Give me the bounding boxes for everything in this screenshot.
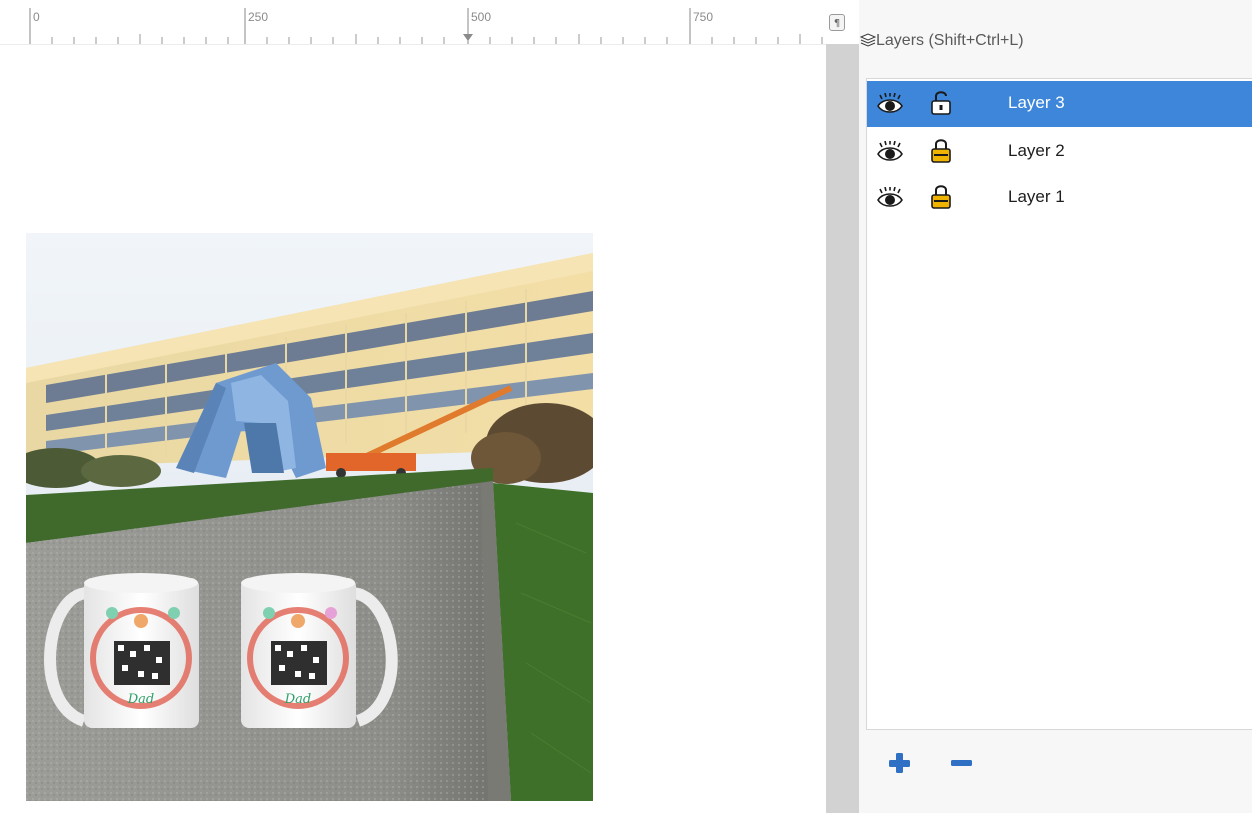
remove-layer-button[interactable]: [948, 750, 974, 776]
layer-name: Layer 2: [1008, 141, 1065, 160]
placed-photo[interactable]: Dad Dad: [26, 233, 593, 801]
drawing-canvas[interactable]: Dad Dad: [0, 45, 826, 813]
eye-icon[interactable]: [877, 93, 903, 115]
layer-name: Layer 3: [1008, 93, 1065, 112]
photo-artwork: Dad Dad: [26, 233, 593, 801]
ruler-label: 500: [471, 10, 492, 24]
layers-list[interactable]: Layer 3 Layer 2 Layer 1: [866, 78, 1252, 730]
plus-icon: [889, 753, 910, 773]
layers-icon: [860, 33, 876, 47]
layers-panel-header: Layers (Shift+Ctrl+L): [859, 0, 1252, 76]
layer-row-layer-2[interactable]: Layer 2: [867, 129, 1252, 175]
layers-panel-footer: [866, 731, 1252, 813]
lock-open-icon[interactable]: [930, 90, 952, 116]
ruler-corner-button[interactable]: ¶: [829, 14, 845, 31]
layer-name: Layer 1: [1008, 187, 1065, 206]
eye-icon[interactable]: [877, 141, 903, 163]
lock-closed-icon[interactable]: [930, 184, 952, 210]
ruler-label: 750: [693, 10, 714, 24]
ruler-cursor-indicator: [463, 34, 473, 41]
panel-splitter[interactable]: [826, 44, 859, 813]
ruler-label: 0: [33, 10, 40, 24]
eye-icon[interactable]: [877, 187, 903, 209]
layer-row-layer-3[interactable]: Layer 3: [867, 81, 1252, 127]
add-layer-button[interactable]: [886, 750, 912, 776]
horizontal-ruler[interactable]: 0 250 500 750: [0, 0, 826, 45]
mug-text: Dad: [284, 692, 312, 707]
layers-panel-title: Layers (Shift+Ctrl+L): [876, 32, 1024, 49]
minus-icon: [951, 760, 972, 766]
mug-text: Dad: [127, 692, 155, 707]
layer-row-layer-1[interactable]: Layer 1: [867, 175, 1252, 221]
lock-closed-icon[interactable]: [930, 138, 952, 164]
ruler-label: 250: [248, 10, 269, 24]
